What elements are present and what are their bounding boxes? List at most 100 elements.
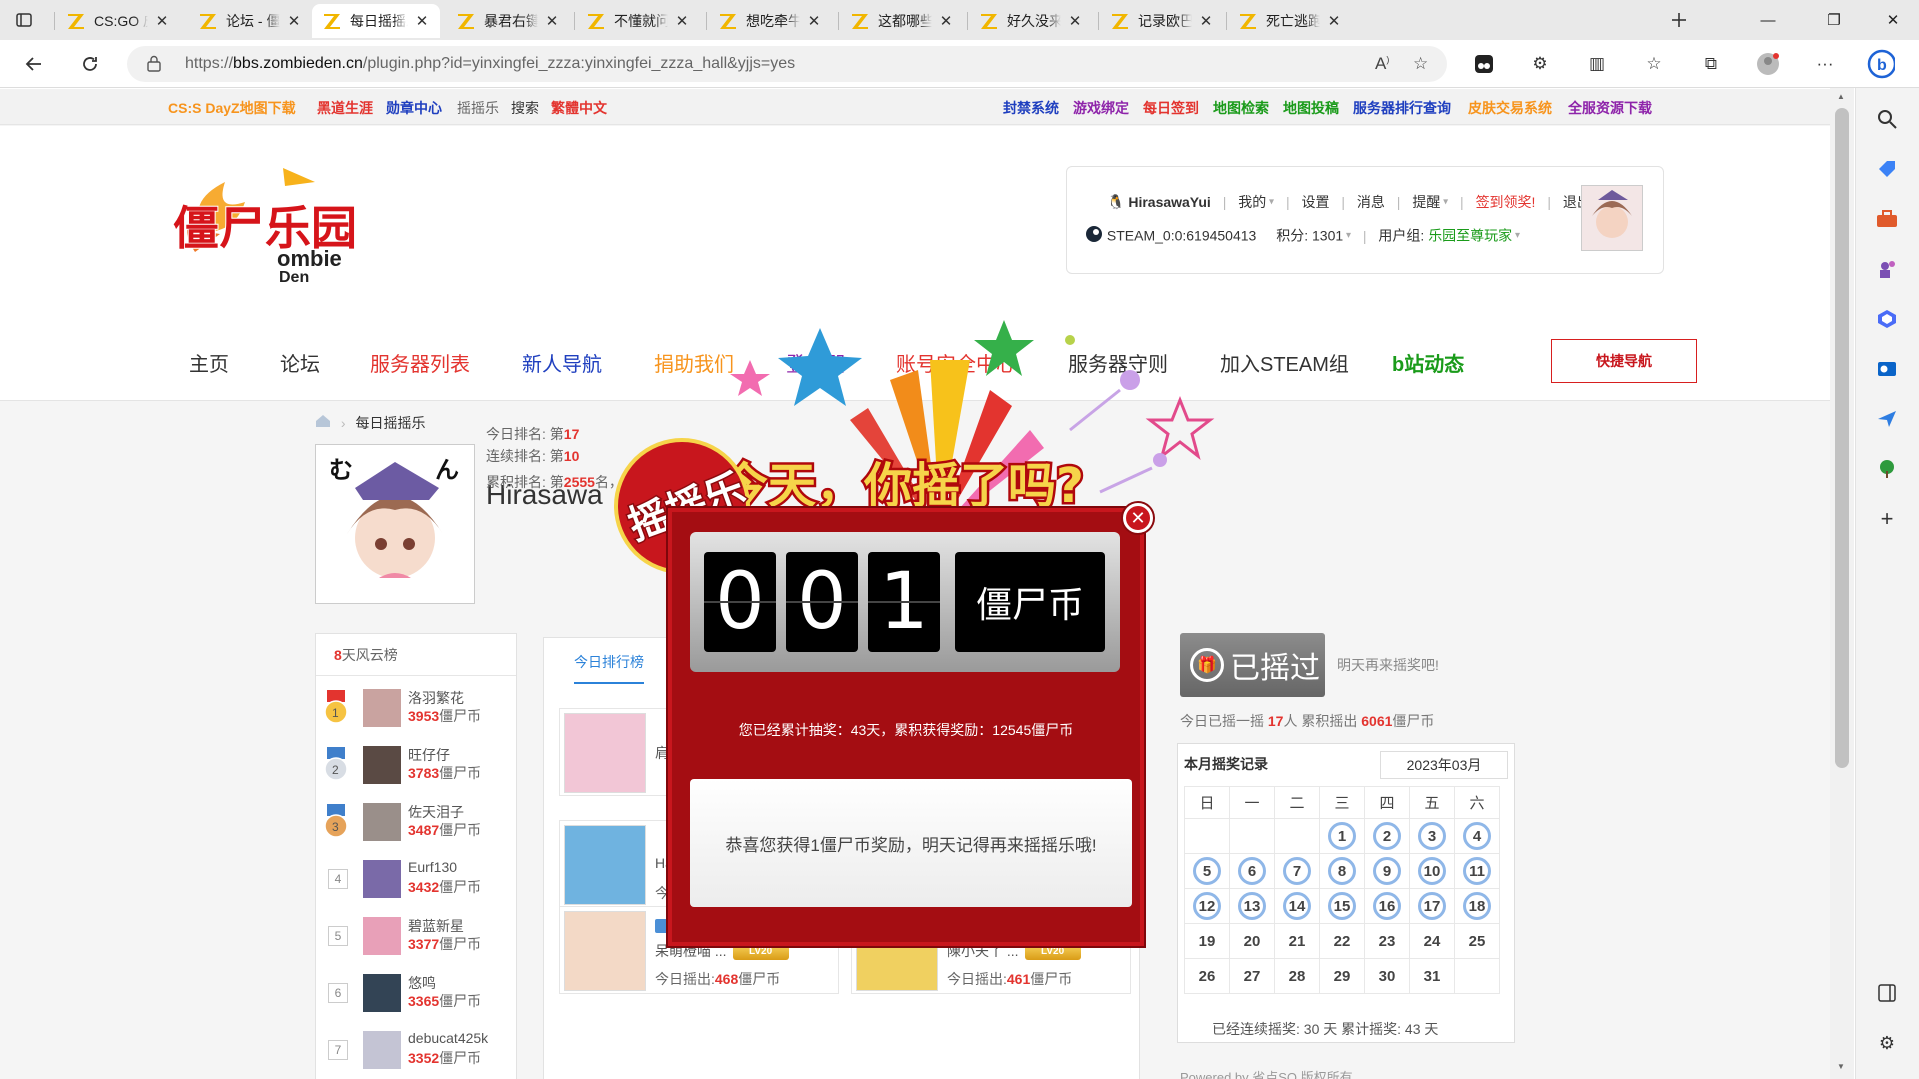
my-menu-link[interactable]: 我的 (1238, 194, 1266, 210)
top-link[interactable]: 游戏绑定 (1073, 98, 1129, 118)
close-tab-icon[interactable]: ✕ (1198, 12, 1214, 30)
split-screen-icon[interactable]: ▥ (1583, 50, 1611, 78)
ranking-username[interactable]: 洛羽繁花 (408, 688, 464, 708)
close-tab-icon[interactable]: ✕ (414, 12, 430, 30)
points-link[interactable]: 积分: 1301 (1276, 228, 1343, 244)
main-nav-item[interactable]: 捐助我们 (654, 348, 734, 377)
send-icon[interactable] (1872, 404, 1902, 434)
quick-nav-button[interactable]: 快捷导航 (1551, 339, 1697, 383)
ranking-username[interactable]: 碧蓝新星 (408, 916, 464, 936)
main-nav-item[interactable]: 服务器列表 (370, 348, 470, 377)
browser-tab[interactable]: 论坛 - 僵尸 ✕ (188, 4, 312, 38)
favorites-icon[interactable]: ☆ (1640, 50, 1668, 78)
main-nav-item[interactable]: 主页 (189, 348, 229, 377)
extension-tampermonkey-icon[interactable] (1470, 50, 1498, 78)
main-nav-item[interactable]: 新人导航 (522, 348, 602, 377)
main-nav-item[interactable]: 服务器守则 (1068, 348, 1168, 377)
top-link[interactable]: 搜索 (511, 98, 539, 118)
shopping-tag-icon[interactable] (1872, 154, 1902, 184)
top-link[interactable]: CS:S DayZ地图下载 (168, 98, 296, 118)
restore-icon[interactable]: ❐ (1811, 0, 1857, 40)
settings-link[interactable]: 设置 (1301, 194, 1329, 210)
browser-tab[interactable]: CS:GO 皮肤 ✕ (56, 4, 180, 38)
ranking-username[interactable]: 旺仔仔 (408, 745, 450, 765)
toolbox-icon[interactable] (1872, 204, 1902, 234)
games-icon[interactable] (1872, 254, 1902, 284)
scroll-down-icon[interactable]: ▼ (1837, 1062, 1845, 1071)
sidebar-toggle-icon[interactable] (1872, 978, 1902, 1008)
refresh-icon[interactable] (72, 48, 108, 80)
close-tab-icon[interactable]: ✕ (806, 12, 822, 30)
ranking-row[interactable]: 6 悠鸣 3365僵尸币 (316, 963, 516, 1020)
avatar[interactable] (363, 860, 401, 898)
main-nav-item[interactable]: 加入STEAM组 (1220, 348, 1349, 377)
browser-tab[interactable]: 暴君右键怎 ✕ (446, 4, 570, 38)
top-link[interactable]: 地图投稿 (1283, 98, 1339, 118)
ranking-row[interactable]: 2 旺仔仔 3783僵尸币 (316, 735, 516, 792)
tree-icon[interactable] (1872, 454, 1902, 484)
usergroup-value[interactable]: 乐园至尊玩家 (1428, 228, 1512, 244)
ranking-row[interactable]: 5 碧蓝新星 3377僵尸币 (316, 906, 516, 963)
avatar[interactable] (564, 713, 646, 793)
browser-tab[interactable]: 想吃牵牛花 ✕ (708, 4, 832, 38)
avatar[interactable] (564, 911, 646, 991)
ranking-row[interactable]: 7 debucat425k 3352僵尸币 (316, 1020, 516, 1077)
avatar[interactable] (1581, 185, 1643, 251)
page-scrollbar[interactable]: ▲ ▼ (1830, 88, 1854, 1079)
close-tab-icon[interactable]: ✕ (154, 12, 170, 30)
ranking-row[interactable]: 1 洛羽繁花 3953僵尸币 (316, 678, 516, 735)
add-favorite-icon[interactable]: ☆ (1413, 54, 1428, 74)
minimize-icon[interactable]: — (1745, 0, 1791, 40)
browser-tab[interactable]: 好久没来论 ✕ (969, 4, 1093, 38)
ranking-username[interactable]: 悠鸣 (408, 973, 436, 993)
extensions-icon[interactable]: ⚙ (1526, 50, 1554, 78)
ranking-username[interactable]: Eurf130 (408, 859, 457, 875)
close-window-icon[interactable]: ✕ (1870, 0, 1916, 40)
already-shaken-button[interactable]: 🎁 已摇过 (1180, 633, 1325, 697)
avatar[interactable] (363, 746, 401, 784)
scroll-up-icon[interactable]: ▲ (1837, 92, 1845, 101)
browser-tab[interactable]: 每日摇摇乐 ✕ (312, 4, 440, 38)
ranking-username[interactable]: 佐天泪子 (408, 802, 464, 822)
url-field[interactable]: https://bbs.zombieden.cn/plugin.php?id=y… (127, 46, 1447, 82)
microsoft-365-icon[interactable] (1872, 304, 1902, 334)
top-link[interactable]: 黑道生涯 (317, 98, 373, 118)
top-link[interactable]: 勋章中心 (386, 98, 442, 118)
avatar[interactable] (363, 1031, 401, 1069)
top-link[interactable]: 繁體中文 (551, 98, 607, 118)
settings-more-icon[interactable]: ··· (1811, 50, 1839, 78)
sign-in-reward-link[interactable]: 签到领奖! (1476, 194, 1536, 210)
profile-avatar[interactable]: む ん (315, 444, 475, 604)
sidebar-settings-icon[interactable]: ⚙ (1872, 1028, 1902, 1058)
close-tab-icon[interactable]: ✕ (1067, 12, 1083, 30)
outlook-icon[interactable] (1872, 354, 1902, 384)
avatar[interactable] (363, 974, 401, 1012)
profile-icon[interactable] (1754, 50, 1782, 78)
scroll-thumb[interactable] (1835, 108, 1849, 768)
main-nav-item[interactable]: b站动态 (1392, 348, 1464, 377)
browser-tab[interactable]: 死亡逃跑服 ✕ (1228, 4, 1352, 38)
avatar[interactable] (363, 689, 401, 727)
close-tab-icon[interactable]: ✕ (674, 12, 690, 30)
notifications-link[interactable]: 提醒 (1412, 194, 1440, 210)
avatar[interactable] (363, 917, 401, 955)
add-sidebar-app-icon[interactable]: + (1872, 504, 1902, 534)
tab-today-ranking[interactable]: 今日排行榜 (574, 652, 644, 684)
back-icon[interactable] (16, 48, 52, 80)
top-link[interactable]: 每日签到 (1143, 98, 1199, 118)
site-logo[interactable]: 僵尸乐园 ombie Den (165, 162, 365, 286)
calendar-month-select[interactable]: 2023年03月 (1380, 751, 1508, 779)
main-nav-item[interactable]: 登录器 (786, 348, 846, 377)
username-link[interactable]: HirasawaYui (1128, 194, 1211, 210)
ranking-row[interactable]: 4 Eurf130 3432僵尸币 (316, 849, 516, 906)
read-aloud-icon[interactable]: A) (1375, 54, 1389, 74)
top-link[interactable]: 皮肤交易系统 (1468, 98, 1552, 118)
avatar[interactable] (564, 825, 646, 905)
avatar[interactable] (363, 803, 401, 841)
close-tab-icon[interactable]: ✕ (286, 12, 302, 30)
search-icon[interactable] (1872, 104, 1902, 134)
close-popup-button[interactable]: ✕ (1123, 503, 1153, 533)
messages-link[interactable]: 消息 (1357, 194, 1385, 210)
browser-tab[interactable]: 记录欧巴句 ✕ (1100, 4, 1224, 38)
top-link[interactable]: 地图检索 (1213, 98, 1269, 118)
